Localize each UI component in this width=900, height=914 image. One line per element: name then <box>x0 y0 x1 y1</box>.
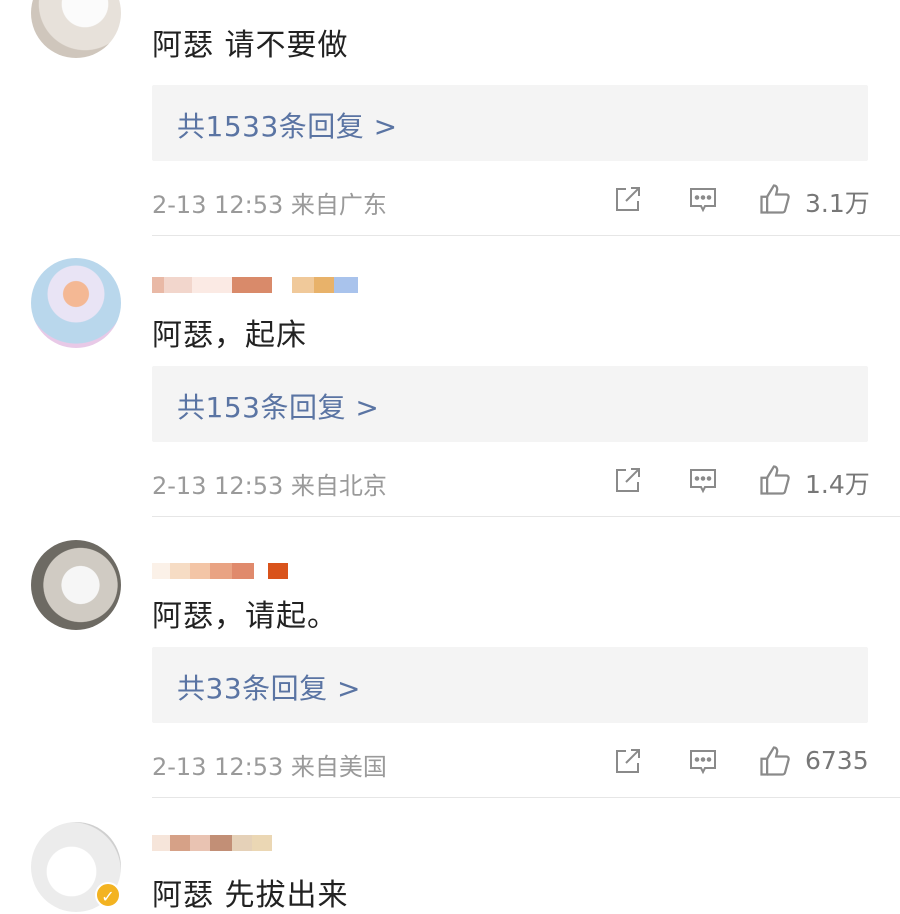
share-icon[interactable] <box>612 183 644 215</box>
comment-meta: 2-13 12:53 来自广东 <box>152 185 387 220</box>
reply-summary[interactable]: 共153条回复 > <box>152 366 868 442</box>
share-icon[interactable] <box>612 745 644 777</box>
comment-icon[interactable] <box>687 183 719 215</box>
username-redacted[interactable] <box>152 560 288 582</box>
reply-count-link[interactable]: 共1533条回复 > <box>177 105 398 145</box>
comment-location: 来自北京 <box>290 472 387 500</box>
share-icon[interactable] <box>612 464 644 496</box>
reply-summary[interactable]: 共33条回复 > <box>152 647 868 723</box>
reply-summary[interactable]: 共1533条回复 > <box>152 85 868 161</box>
divider <box>152 235 900 236</box>
thumbs-up-icon[interactable] <box>757 462 793 498</box>
divider <box>152 797 900 798</box>
divider <box>152 516 900 517</box>
comment-time: 2-13 12:53 <box>152 753 284 781</box>
comment-text: 阿瑟 请不要做 <box>152 28 349 63</box>
comment-icon[interactable] <box>687 745 719 777</box>
verified-badge-icon: ✓ <box>95 882 121 908</box>
comment-text: 阿瑟 先拔出来 <box>152 878 349 913</box>
comment-text: 阿瑟，请起。 <box>152 599 338 634</box>
thumbs-up-icon[interactable] <box>757 181 793 217</box>
reply-count-link[interactable]: 共153条回复 > <box>177 386 379 426</box>
username-redacted[interactable] <box>152 274 358 296</box>
comment-meta: 2-13 12:53 来自美国 <box>152 747 387 782</box>
comment-time: 2-13 12:53 <box>152 472 284 500</box>
username-redacted[interactable] <box>152 832 272 854</box>
comment-location: 来自美国 <box>290 753 387 781</box>
thumbs-up-icon[interactable] <box>757 743 793 779</box>
comment-text: 阿瑟，起床 <box>152 318 307 353</box>
comment-time: 2-13 12:53 <box>152 191 284 219</box>
like-count: 6735 <box>805 746 869 775</box>
comment-location: 来自广东 <box>290 191 387 219</box>
comment-icon[interactable] <box>687 464 719 496</box>
user-avatar[interactable] <box>31 258 121 348</box>
reply-count-link[interactable]: 共33条回复 > <box>177 667 361 707</box>
like-count: 3.1万 <box>805 189 870 218</box>
user-avatar[interactable] <box>31 540 121 630</box>
user-avatar[interactable] <box>31 0 121 58</box>
comment-meta: 2-13 12:53 来自北京 <box>152 466 387 501</box>
like-count: 1.4万 <box>805 470 870 499</box>
